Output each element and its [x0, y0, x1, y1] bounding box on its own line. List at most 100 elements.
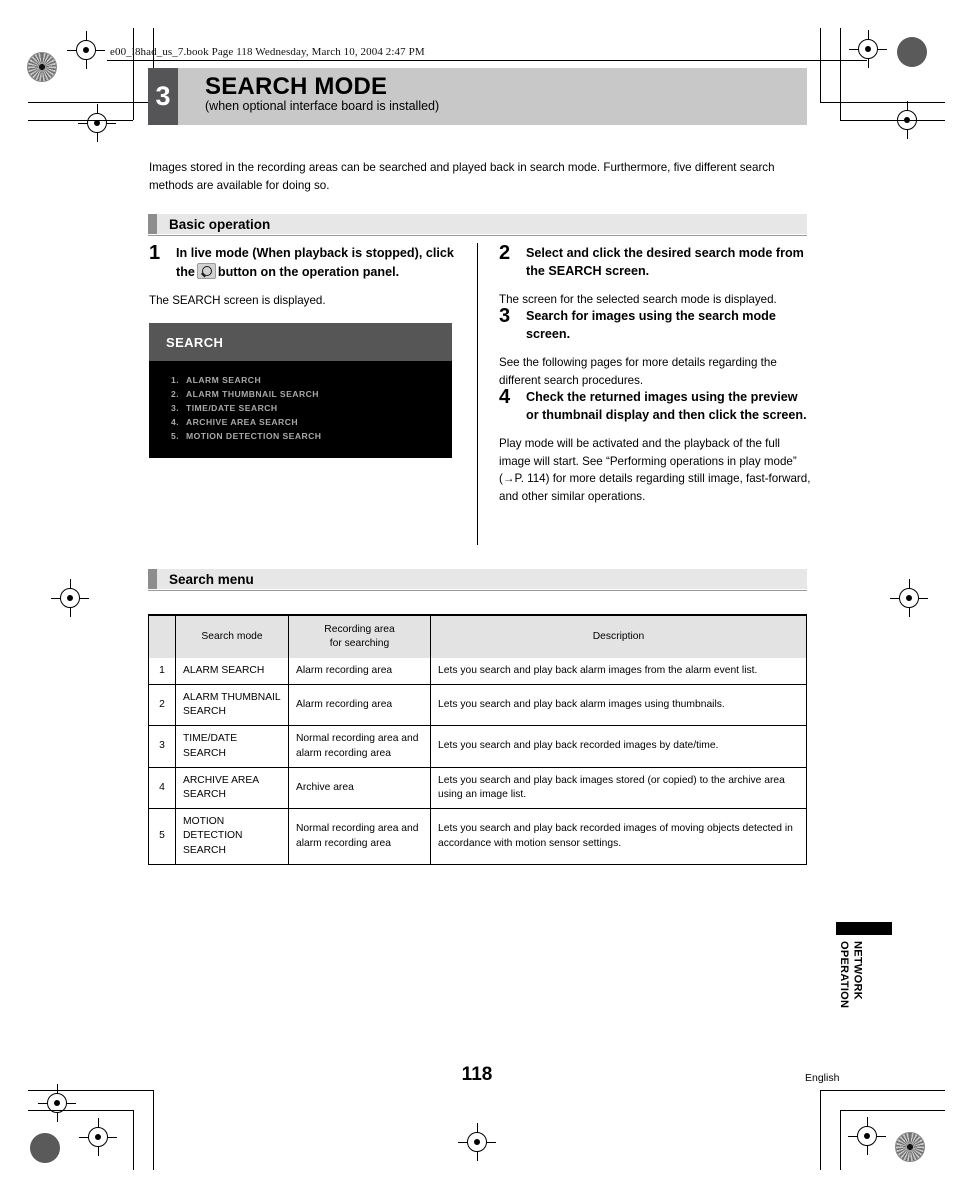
table-body: 1 ALARM SEARCH Alarm recording area Lets…	[148, 657, 807, 865]
language-label: English	[805, 1072, 840, 1084]
search-menu-item-index: 4.	[171, 417, 180, 428]
search-menu-item-label: MOTION DETECTION SEARCH	[186, 431, 322, 442]
cell-recording-area: Archive area	[288, 767, 431, 810]
section-tick	[148, 214, 157, 234]
cell-recording-area: Normal recording area and alarm recordin…	[288, 725, 431, 768]
cell-description: Lets you search and play back recorded i…	[430, 725, 807, 768]
section-underline	[148, 235, 807, 236]
thumb-tab-label: NETWORK OPERATION	[837, 941, 864, 1009]
chapter-subtitle: (when optional interface board is instal…	[205, 99, 440, 114]
search-menu-item[interactable]: 3. TIME/DATE SEARCH	[171, 402, 452, 416]
search-screen-menu-list: 1. ALARM SEARCH 2. ALARM THUMBNAIL SEARCH …	[149, 361, 452, 444]
search-screen-title: SEARCH	[149, 323, 452, 362]
cell-description: Lets you search and play back images sto…	[430, 767, 807, 810]
cell-recording-area: Alarm recording area	[288, 657, 431, 685]
section-thumb-tab: NETWORK OPERATION	[836, 922, 892, 1036]
column-header-recording-area-line2: for searching	[329, 637, 390, 649]
step-1-note: The SEARCH screen is displayed.	[149, 293, 326, 307]
color-target-mark-bottom-right	[895, 1132, 925, 1162]
search-menu-table: Search mode Recording area for searching…	[148, 616, 807, 865]
section-heading-basic-operation: Basic operation	[148, 214, 807, 236]
table-row: 3 TIME/DATE SEARCH Normal recording area…	[148, 725, 807, 768]
table-header: Search mode Recording area for searching…	[148, 616, 807, 658]
search-menu-table-wrapper: Search mode Recording area for searching…	[148, 614, 807, 865]
column-divider	[477, 243, 478, 545]
cell-index: 1	[148, 657, 176, 685]
table-row: 4 ARCHIVE AREA SEARCH Archive area Lets …	[148, 767, 807, 810]
column-header-search-mode: Search mode	[175, 616, 289, 658]
step-text-after-icon: button on the operation panel.	[217, 264, 400, 279]
chapter-header: 3 SEARCH MODE (when optional interface b…	[148, 68, 807, 125]
step-number: 2	[499, 242, 511, 264]
cell-index: 4	[148, 767, 176, 810]
column-header-index	[148, 616, 176, 658]
intro-paragraph: Images stored in the recording areas can…	[149, 161, 775, 192]
step-4-note: Play mode will be activated and the play…	[499, 437, 811, 503]
column-header-recording-area: Recording area for searching	[288, 616, 431, 658]
search-menu-item[interactable]: 5. MOTION DETECTION SEARCH	[171, 430, 452, 444]
step-number: 3	[499, 305, 511, 328]
search-menu-item-index: 3.	[171, 403, 180, 414]
step-text: Search for images using the search mode …	[526, 309, 776, 342]
color-dot-mark-top-right	[897, 37, 927, 67]
registration-mark-left-middle	[51, 579, 89, 617]
table-header-row: Search mode Recording area for searching…	[148, 616, 807, 658]
table-row: 1 ALARM SEARCH Alarm recording area Lets…	[148, 657, 807, 685]
search-menu-item[interactable]: 4. ARCHIVE AREA SEARCH	[171, 416, 452, 430]
step-text: In live mode (When playback is stopped),…	[176, 245, 459, 282]
cell-index: 5	[148, 808, 176, 865]
step-1: 1 In live mode (When playback is stopped…	[149, 242, 459, 282]
step-text: Check the returned images using the prev…	[526, 390, 807, 423]
magnifier-icon	[196, 262, 216, 279]
search-menu-item[interactable]: 1. ALARM SEARCH	[171, 374, 452, 388]
step-text: Select and click the desired search mode…	[526, 246, 804, 278]
section-underline	[148, 590, 807, 591]
document-page: e00_l8had_us_7.book Page 118 Wednesday, …	[0, 0, 954, 1191]
search-menu-item-index: 2.	[171, 389, 180, 400]
search-menu-item-label: ALARM SEARCH	[186, 375, 262, 386]
table-row: 5 MOTION DETECTION SEARCH Normal recordi…	[148, 808, 807, 865]
thumb-tab-bar	[836, 922, 892, 935]
cell-search-mode: ALARM SEARCH	[175, 657, 289, 685]
step-3: 3 Search for images using the search mod…	[499, 305, 811, 344]
registration-mark-top-left	[67, 31, 105, 69]
registration-mark-bottom-left	[38, 1084, 76, 1122]
cell-search-mode: ARCHIVE AREA SEARCH	[175, 767, 289, 810]
step-number: 1	[149, 242, 161, 264]
search-menu-item-label: ARCHIVE AREA SEARCH	[186, 417, 299, 428]
cell-index: 2	[148, 684, 176, 727]
step-2: 2 Select and click the desired search mo…	[499, 242, 811, 281]
search-screen-mock: SEARCH 1. ALARM SEARCH 2. ALARM THUMBNAIL …	[149, 323, 452, 459]
cell-description: Lets you search and play back recorded i…	[430, 808, 807, 865]
color-dot-mark-bottom-left	[30, 1133, 60, 1163]
cell-recording-area: Normal recording area and alarm recordin…	[288, 808, 431, 865]
section-tick	[148, 569, 157, 589]
step-number: 4	[499, 386, 511, 409]
step-4: 4 Check the returned images using the pr…	[499, 386, 811, 425]
column-header-recording-area-line1: Recording area	[324, 624, 395, 635]
print-slug-rule	[107, 60, 867, 61]
print-file-slug: e00_l8had_us_7.book Page 118 Wednesday, …	[110, 46, 425, 58]
search-menu-item[interactable]: 2. ALARM THUMBNAIL SEARCH	[171, 388, 452, 402]
registration-mark-right-middle	[890, 579, 928, 617]
search-menu-item-index: 5.	[171, 431, 180, 442]
steps-column-left: 1 In live mode (When playback is stopped…	[149, 242, 459, 459]
search-menu-item-index: 1.	[171, 375, 180, 386]
section-heading-label: Search menu	[157, 569, 807, 589]
chapter-title-block: SEARCH MODE (when optional interface boa…	[178, 68, 807, 125]
chapter-number: 3	[148, 68, 178, 125]
color-target-mark-top-left	[27, 52, 57, 82]
section-heading-label: Basic operation	[157, 214, 807, 234]
registration-mark-bottom-center	[458, 1123, 496, 1161]
step-2-note: The screen for the selected search mode …	[499, 292, 777, 306]
cell-search-mode: MOTION DETECTION SEARCH	[175, 808, 289, 865]
cell-search-mode: ALARM THUMBNAIL SEARCH	[175, 684, 289, 727]
registration-mark-bottom-right	[848, 1117, 886, 1155]
search-menu-item-label: TIME/DATE SEARCH	[186, 403, 278, 414]
registration-mark-top-left-inner	[78, 104, 116, 142]
registration-mark-bottom-left-inner	[79, 1118, 117, 1156]
steps-column-right: 2 Select and click the desired search mo…	[499, 242, 811, 506]
page-title: SEARCH MODE	[205, 73, 388, 100]
cell-index: 3	[148, 725, 176, 768]
section-heading-search-menu: Search menu	[148, 569, 807, 591]
